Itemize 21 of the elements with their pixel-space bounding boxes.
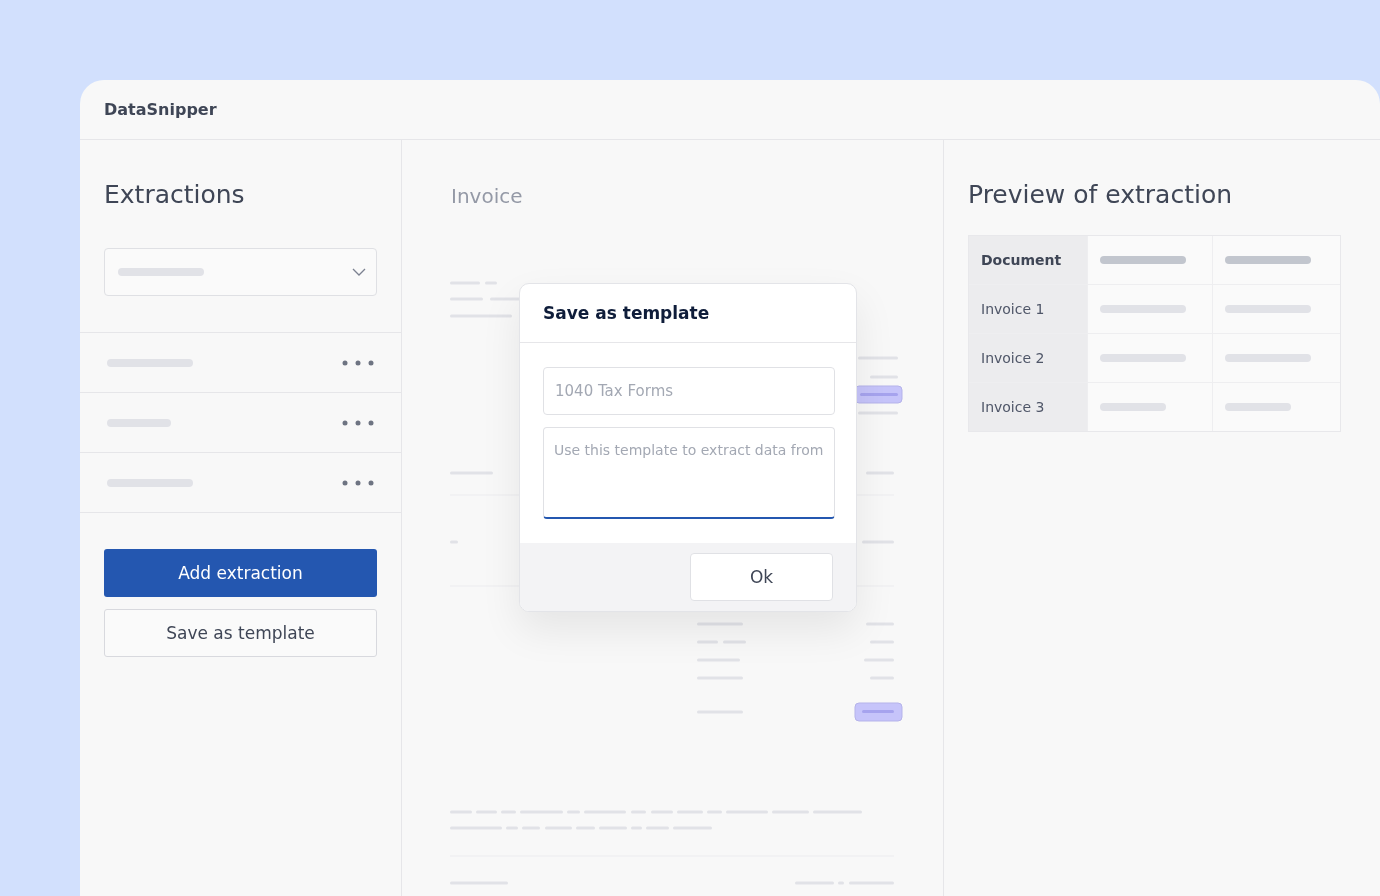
description-field[interactable]: Use this template to extract data from: [543, 427, 835, 519]
add-extraction-button[interactable]: Add extraction: [104, 549, 377, 597]
placeholder-bar: [1100, 403, 1166, 411]
save-template-button[interactable]: Save as template: [104, 609, 377, 657]
header-cell: Document: [969, 236, 1087, 284]
more-icon[interactable]: [342, 479, 374, 486]
app-title: DataSnipper: [104, 100, 217, 119]
dropdown[interactable]: [104, 248, 377, 296]
panel-title: Preview of extraction: [968, 179, 1234, 211]
chevron-down-icon: [352, 268, 366, 276]
table-cell: Invoice 1: [969, 285, 1087, 333]
ok-button[interactable]: Ok: [690, 553, 833, 601]
panel-title: Extractions: [103, 179, 246, 211]
more-icon[interactable]: [342, 359, 374, 366]
table-cell: Invoice 2: [969, 334, 1087, 382]
placeholder-bar: [1225, 403, 1291, 411]
document-title: Invoice: [450, 183, 524, 210]
more-icon[interactable]: [342, 419, 374, 426]
name-field[interactable]: 1040 Tax Forms: [543, 367, 835, 415]
dialog-title: Save as template: [543, 303, 710, 323]
table-cell: Invoice 3: [969, 383, 1087, 431]
